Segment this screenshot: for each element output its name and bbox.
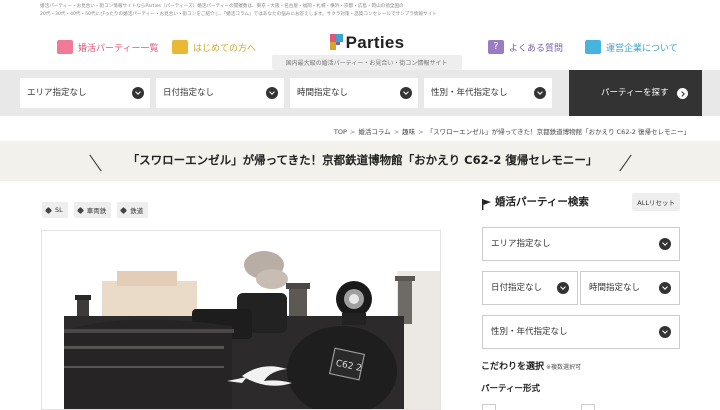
top-banner-text: 婚活パーティー・お見合い・街コン情報サイトならParties（パーティーズ）婚活… — [0, 0, 720, 26]
tag-label: 車両鉄 — [86, 207, 107, 215]
breadcrumb-current: 「スワローエンゼル」が帰ってきた！京都鉄道博物館「おかえり C62-2 復帰セレ… — [426, 128, 690, 136]
sidebar-time-value: 時間指定なし — [589, 283, 641, 293]
nav-party-list[interactable]: 婚活パーティー一覧 — [57, 40, 158, 54]
tag-label: SL — [55, 206, 63, 214]
breadcrumb-separator-icon: > — [418, 128, 424, 136]
sidebar-date-value: 日付指定なし — [491, 283, 543, 293]
date-select-value: 日付指定なし — [163, 88, 215, 98]
gender-age-select-value: 性別・年代指定なし — [431, 88, 508, 98]
tag-icon — [120, 206, 128, 214]
preferences-heading: こだわりを選択 ※複数選択可 — [481, 359, 581, 372]
party-type-heading: パーティー形式 — [481, 384, 540, 394]
breadcrumb: TOP > 婚活コラム > 趣味 > 「スワローエンゼル」が帰ってきた！京都鉄道博物館「おか… — [334, 126, 690, 136]
reset-all-button[interactable]: ALLリセット — [632, 193, 680, 211]
sidebar-gender-age-value: 性別・年代指定なし — [491, 327, 568, 337]
chevron-down-icon — [659, 282, 671, 294]
sidebar-date-select[interactable]: 日付指定なし — [482, 271, 578, 305]
nav-company[interactable]: 運営企業について — [585, 40, 678, 54]
article-tags: SL 車両鉄 鉄道 — [42, 202, 149, 218]
tag-label: 鉄道 — [130, 207, 144, 215]
tag-railway[interactable]: 鉄道 — [117, 202, 149, 218]
breadcrumb-column[interactable]: 婚活コラム — [358, 128, 390, 136]
nav-company-label: 運営企業について — [606, 43, 678, 54]
chevron-down-icon — [400, 87, 412, 99]
sidebar-search: 婚活パーティー検索 ALLリセット エリア指定なし 日付指定なし 時間指定なし … — [481, 191, 681, 410]
breadcrumb-separator-icon: > — [393, 128, 400, 136]
chevron-down-icon — [557, 282, 569, 294]
chevron-down-icon — [659, 238, 671, 250]
question-icon: ? — [488, 40, 504, 54]
tag-rolling-stock[interactable]: 車両鉄 — [73, 202, 112, 218]
find-party-button-label: パーティーを探す — [601, 88, 669, 98]
logo-text: Parties — [345, 33, 405, 52]
nav-beginners[interactable]: はじめての方へ — [172, 40, 256, 54]
party-list-icon — [57, 40, 73, 54]
sidebar-time-select[interactable]: 時間指定なし — [580, 271, 680, 305]
title-slash-decoration — [619, 154, 632, 172]
sidebar-gender-age-select[interactable]: 性別・年代指定なし — [482, 315, 680, 349]
chevron-down-icon — [266, 87, 278, 99]
sidebar-search-title: 婚活パーティー検索 — [495, 196, 589, 208]
preferences-note: ※複数選択可 — [546, 364, 582, 371]
page-title: 「スワローエンゼル」が帰ってきた！京都鉄道博物館「おかえり C62-2 復帰セレ… — [127, 153, 598, 167]
sidebar-area-value: エリア指定なし — [491, 239, 551, 249]
nav-party-list-label: 婚活パーティー一覧 — [78, 43, 159, 54]
building-icon — [585, 40, 601, 54]
date-select[interactable]: 日付指定なし — [156, 78, 284, 108]
arrow-right-icon — [677, 88, 688, 99]
chevron-down-icon — [659, 326, 671, 338]
nav-beginners-label: はじめての方へ — [193, 43, 257, 54]
time-select-value: 時間指定なし — [297, 88, 349, 98]
tag-icon — [44, 206, 53, 214]
tag-sl[interactable]: SL — [42, 202, 68, 218]
steam-locomotive-image: C62 2 — [42, 231, 440, 409]
chevron-down-icon — [534, 87, 546, 99]
sidebar-search-header: 婚活パーティー検索 ALLリセット — [481, 191, 681, 211]
breadcrumb-separator-icon: > — [349, 128, 356, 136]
party-type-checkbox[interactable] — [482, 404, 496, 410]
top-banner-line-2: 20代・30代・40代・50代にぴったりの婚活パーティー・お見合い・街コンをご紹… — [40, 12, 437, 17]
breadcrumb-top[interactable]: TOP — [334, 128, 347, 136]
party-type-checkbox[interactable] — [581, 404, 595, 410]
logo-tagline: 国内最大級の婚活パーティー・お見合い・街コン情報サイト — [272, 55, 462, 70]
preferences-title: こだわりを選択 — [481, 362, 545, 372]
title-slash-decoration — [89, 154, 102, 172]
chevron-down-icon — [132, 87, 144, 99]
area-select[interactable]: エリア指定なし — [20, 78, 150, 108]
gender-age-select[interactable]: 性別・年代指定なし — [424, 78, 552, 108]
site-logo[interactable]: Parties 国内最大級の婚活パーティー・お見合い・街コン情報サイト — [272, 33, 462, 70]
area-select-value: エリア指定なし — [27, 88, 87, 98]
nav-faq[interactable]: ? よくある質問 — [488, 40, 563, 54]
time-select[interactable]: 時間指定なし — [290, 78, 418, 108]
article-photo: C62 2 — [41, 230, 441, 410]
nav-faq-label: よくある質問 — [509, 43, 564, 54]
flag-icon — [482, 195, 491, 210]
sidebar-area-select[interactable]: エリア指定なし — [482, 227, 680, 261]
breadcrumb-hobby[interactable]: 趣味 — [402, 128, 415, 136]
find-party-button[interactable]: パーティーを探す — [569, 70, 702, 116]
parties-logo-icon — [329, 34, 343, 50]
book-icon — [172, 40, 188, 54]
article-title-band: 「スワローエンゼル」が帰ってきた！京都鉄道博物館「おかえり C62-2 復帰セレ… — [0, 141, 720, 181]
site-header: 婚活パーティー一覧 はじめての方へ Parties 国内最大級の婚活パーティー・… — [0, 26, 720, 70]
top-banner-line-1: 婚活パーティー・お見合い・街コン情報サイトならParties（パーティーズ）婚活… — [40, 4, 404, 9]
tag-icon — [76, 206, 84, 214]
top-search-bar: エリア指定なし 日付指定なし 時間指定なし 性別・年代指定なし パーティーを探す — [0, 70, 720, 116]
